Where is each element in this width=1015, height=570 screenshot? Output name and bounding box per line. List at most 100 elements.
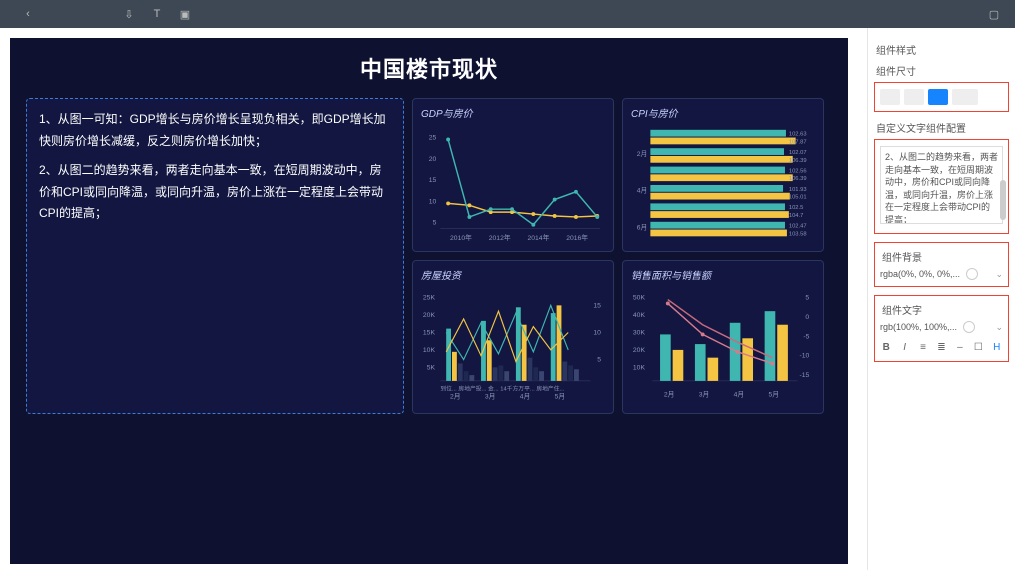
svg-text:4月: 4月 [637,187,648,195]
size-opt-4[interactable] [952,89,978,105]
svg-text:40K: 40K [633,312,646,319]
svg-text:2月: 2月 [637,150,648,158]
svg-text:2010年: 2010年 [450,233,472,242]
svg-text:-10: -10 [800,353,810,360]
size-opt-1[interactable] [880,89,900,105]
italic-button[interactable]: I [898,339,910,355]
svg-text:20: 20 [429,156,437,163]
bg-chevron-icon[interactable]: ⌄ [995,269,1003,280]
sidebar-header: 组件样式 [876,42,1007,57]
dashboard-title: 中国楼市现状 [26,52,832,84]
svg-text:15: 15 [593,302,601,309]
svg-text:105.01: 105.01 [789,195,807,201]
chart-title: 房屋投资 [421,267,605,282]
bg-swatch[interactable] [966,268,978,280]
svg-text:2014年: 2014年 [528,233,550,242]
svg-text:2016年: 2016年 [566,233,588,242]
svg-text:101.93: 101.93 [789,187,807,193]
chart-title: CPI与房价 [631,105,815,120]
text-paragraph-2: 2、从图二的趋势来看，两者走向基本一致，在短周期波动中，房价和CPI或同向降温，… [39,160,391,225]
svg-text:102.63: 102.63 [789,132,807,138]
download-button[interactable]: ⇩ [118,5,140,23]
strike-button[interactable]: – [954,339,966,355]
svg-text:30K: 30K [633,329,646,336]
heading-button[interactable]: H [991,339,1003,355]
svg-text:102.07: 102.07 [789,150,807,156]
size-opt-2[interactable] [904,89,924,105]
box-button[interactable]: ☐ [972,339,984,355]
text-style-label: 组件文字 [882,302,1001,317]
svg-text:10K: 10K [633,364,646,371]
align-center-button[interactable]: ≣ [935,339,947,355]
svg-text:104.7: 104.7 [789,213,804,219]
size-label: 组件尺寸 [876,63,1007,78]
svg-text:-15: -15 [800,372,810,379]
custom-text-label: 自定义文字组件配置 [876,120,1007,135]
svg-text:5: 5 [597,357,601,364]
svg-text:6月: 6月 [637,224,648,232]
custom-text-section [874,139,1009,234]
svg-text:25K: 25K [423,295,436,302]
canvas[interactable]: 中国楼市现状 1、从图一可知：GDP增长与房价增长呈现负相关，即GDP增长加快则… [0,28,867,570]
svg-text:到位... 房地产投... 金... 14千方万平... 房: 到位... 房地产投... 金... 14千方万平... 房地产住... [440,385,564,393]
svg-text:102.47: 102.47 [789,224,807,230]
svg-text:2012年: 2012年 [489,233,511,242]
svg-text:10: 10 [593,329,601,336]
svg-text:107.87: 107.87 [789,139,807,145]
size-section [874,82,1009,112]
back-button[interactable]: ‹ [10,5,46,23]
svg-text:15: 15 [429,177,437,184]
svg-text:106.39: 106.39 [789,158,807,164]
svg-text:5月: 5月 [555,392,566,400]
chart-investment[interactable]: 房屋投资 25K 20K 15K 10K 5K 15 10 5 2月 3月 4月 5月 [412,260,614,414]
chart-sales[interactable]: 销售面积与销售额 50K 40K 30K 20K 10K 5 0 -5 -10 -15 2月 3月… [622,260,824,414]
chart-title: 销售面积与销售额 [631,267,815,282]
bg-value: rgba(0%, 0%, 0%,... [880,269,960,279]
svg-text:4月: 4月 [520,392,531,400]
svg-text:0: 0 [805,314,809,321]
chart-gdp-house[interactable]: GDP与房价 25 20 15 10 5 2010年 2012年 2014年 2016年 [412,98,614,252]
svg-text:2月: 2月 [664,390,675,398]
bg-section: 组件背景 rgba(0%, 0%, 0%,... ⌄ [874,242,1009,287]
text-color-value: rgb(100%, 100%,... [880,322,957,332]
svg-text:4月: 4月 [734,390,745,398]
svg-text:5月: 5月 [769,390,780,398]
svg-text:-5: -5 [803,333,809,340]
text-component[interactable]: 1、从图一可知：GDP增长与房价增长呈现负相关，即GDP增长加快则房价增长减缓，… [26,98,404,414]
text-swatch[interactable] [963,321,975,333]
svg-text:3月: 3月 [485,392,496,400]
image-tool-button[interactable]: ▣ [174,5,196,23]
svg-text:20K: 20K [633,347,646,354]
chart-title: GDP与房价 [421,105,605,120]
text-section: 组件文字 rgb(100%, 100%,... ⌄ B I ≡ ≣ – ☐ H [874,295,1009,362]
svg-text:2月: 2月 [450,392,461,400]
svg-text:103.58: 103.58 [789,231,807,237]
bg-label: 组件背景 [882,249,1001,264]
svg-text:25: 25 [429,134,437,141]
text-chevron-icon[interactable]: ⌄ [995,322,1003,333]
top-toolbar: ‹ ⇩ T ▣ ▢ [0,0,1015,28]
text-paragraph-1: 1、从图一可知：GDP增长与房价增长呈现负相关，即GDP增长加快则房价增长减缓，… [39,109,391,152]
align-left-button[interactable]: ≡ [917,339,929,355]
svg-text:5: 5 [433,220,437,227]
svg-text:10K: 10K [423,347,436,354]
svg-text:50K: 50K [633,295,646,302]
svg-text:102.5: 102.5 [789,205,804,211]
properties-sidebar: 组件样式 组件尺寸 自定义文字组件配置 组件背景 rgba(0%, 0%, 0%… [867,28,1015,570]
svg-text:5K: 5K [427,364,436,371]
svg-text:3月: 3月 [699,390,710,398]
present-button[interactable]: ▢ [983,5,1005,23]
textarea-scrollbar[interactable] [1000,180,1006,220]
svg-text:106.39: 106.39 [789,176,807,182]
svg-text:102.56: 102.56 [789,168,807,174]
svg-text:5: 5 [805,295,809,302]
bold-button[interactable]: B [880,339,892,355]
svg-text:15K: 15K [423,329,436,336]
svg-text:10: 10 [429,198,437,205]
chart-cpi-house[interactable]: CPI与房价 2月 4月 6月 102.63 107.87 102.07 106.3… [622,98,824,252]
svg-text:20K: 20K [423,312,436,319]
size-opt-3[interactable] [928,89,948,105]
custom-text-input[interactable] [880,146,1003,224]
text-tool-button[interactable]: T [146,5,168,23]
dashboard: 中国楼市现状 1、从图一可知：GDP增长与房价增长呈现负相关，即GDP增长加快则… [10,38,848,564]
